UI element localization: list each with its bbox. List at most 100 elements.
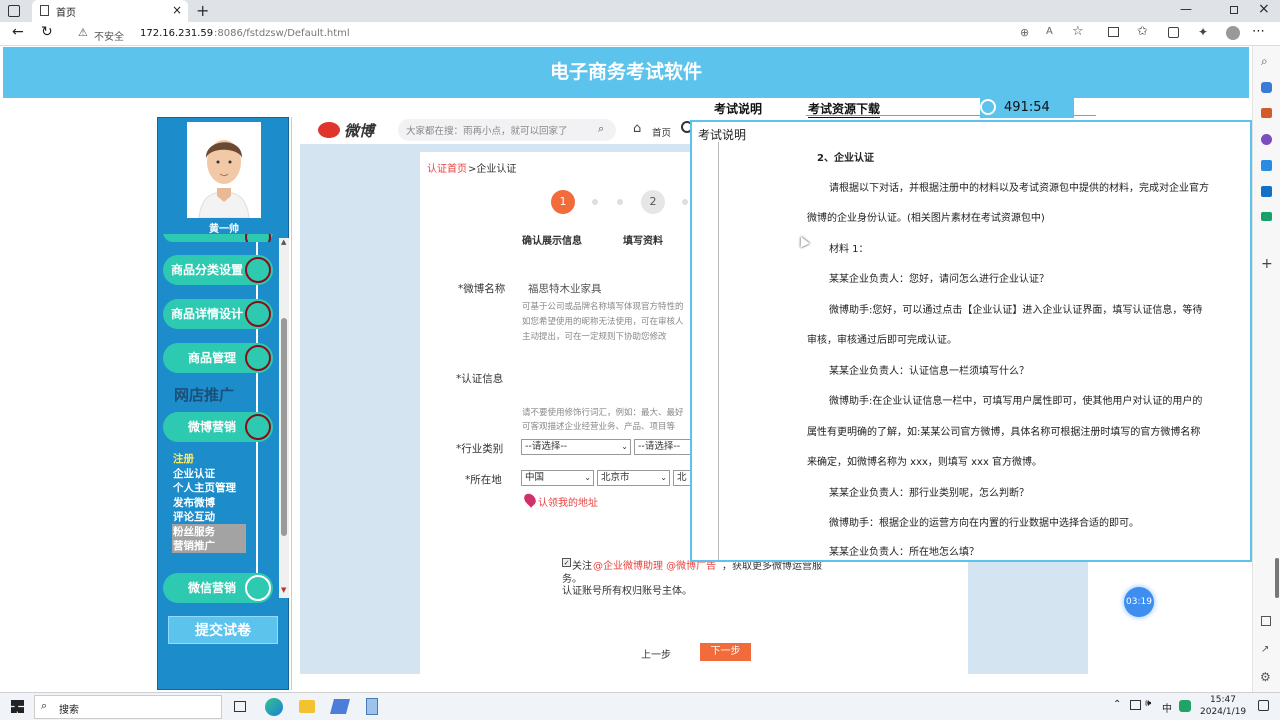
toolbox-icon[interactable] (1261, 108, 1272, 118)
weibo-search-box[interactable]: 大家都在搜：雨再小点，就可以回家了 ⌕ (398, 119, 616, 141)
settings-icon[interactable]: ⚙ (1260, 670, 1271, 684)
office-icon[interactable] (1261, 160, 1272, 171)
tray-chevron-icon[interactable]: ⌃ (1113, 699, 1121, 710)
country-select[interactable]: 中国 ⌄ (521, 470, 594, 486)
browser-tabbar: 首页 × + — × (0, 0, 1280, 22)
step-dot (617, 199, 623, 205)
notification-icon[interactable] (1258, 700, 1269, 711)
scroll-down-icon[interactable]: ▼ (281, 586, 286, 594)
section-heading: 网店推广 (174, 386, 235, 404)
status-ring-icon (245, 414, 271, 440)
edge-icon[interactable] (265, 698, 283, 716)
address-bar: ← ↻ ⚠ 不安全 172.16.231.59 :8086/fstdzsw/De… (0, 22, 1280, 46)
step-2-circle: 2 (641, 190, 665, 214)
chevron-down-icon: ⌄ (621, 442, 628, 451)
weibo-name-value[interactable]: 福思特木业家具 (528, 281, 602, 296)
clock-time[interactable]: 15:47 (1210, 695, 1236, 705)
home-link[interactable]: 首页 (652, 125, 671, 139)
sub-item-comment[interactable]: 评论互动 (173, 510, 215, 524)
file-explorer-icon[interactable] (299, 700, 315, 713)
sub-item-post-weibo[interactable]: 发布微博 (173, 496, 215, 510)
outlook-icon[interactable] (1261, 186, 1272, 197)
windows-start-icon[interactable] (11, 700, 24, 713)
instruction-para: 某某企业负责人：那行业类别呢，怎么判断？ (829, 488, 1029, 499)
select-value: 中国 (525, 472, 545, 483)
tag-icon[interactable] (1261, 82, 1272, 93)
clock-date[interactable]: 2024/1/19 (1200, 707, 1246, 717)
industry-select-2[interactable]: --请选择-- (634, 439, 692, 455)
next-step-button[interactable]: 下一步 (700, 643, 751, 661)
weibo-logo[interactable]: 微博 (318, 119, 388, 141)
prev-step-button[interactable]: 上一步 (641, 646, 671, 661)
search-icon[interactable]: ⌕ (1261, 54, 1268, 69)
task-view-icon[interactable] (234, 701, 246, 712)
extensions-icon[interactable]: ✦ (1198, 25, 1208, 39)
scroll-handle[interactable] (1275, 558, 1279, 598)
menu-exam-description[interactable]: 考试说明 (714, 100, 762, 117)
read-aloud-icon[interactable]: A (1046, 26, 1053, 37)
dialog-body: 2、企业认证 请根据以下对话，并根据注册中的材料以及考试资源包中提供的材料，完成… (718, 142, 1228, 560)
submit-exam-button[interactable]: 提交试卷 (168, 616, 278, 644)
refresh-icon[interactable]: ↻ (41, 24, 53, 40)
instruction-para: 某某企业负责人：您好，请问怎么进行企业认证？ (829, 274, 1049, 285)
open-external-icon[interactable]: ↗ (1261, 644, 1269, 655)
app-icon[interactable] (329, 699, 351, 714)
nav-item-wechat-marketing[interactable]: 微信营销 (163, 573, 273, 603)
new-tab-icon[interactable]: + (196, 1, 209, 20)
nav-item-detail-design[interactable]: 商品详情设计 (163, 299, 273, 329)
claim-address-link[interactable]: 认领我的地址 (538, 494, 598, 509)
sub-item-fan-service[interactable]: 粉丝服务 (173, 525, 215, 539)
instruction-heading: 2、企业认证 (817, 153, 874, 164)
restore-icon[interactable] (1230, 6, 1238, 14)
shopping-icon[interactable] (1261, 212, 1272, 221)
tab-close-icon[interactable]: × (172, 3, 182, 17)
url-field[interactable]: ⚠ 不安全 172.16.231.59 :8086/fstdzsw/Defaul… (74, 25, 1024, 43)
add-sidebar-icon[interactable]: + (1261, 256, 1273, 272)
profile-avatar[interactable] (1226, 26, 1240, 40)
instruction-para: 微博的企业身份认证。(相关图片素材在考试资源包中) (807, 213, 1045, 224)
auth-info-input[interactable] (521, 360, 691, 400)
floating-timer-bubble[interactable]: 03:19 (1124, 587, 1154, 617)
nav-item-product-manage[interactable]: 商品管理 (163, 343, 273, 373)
search-icon[interactable]: ⌕ (598, 122, 604, 136)
favorite-icon[interactable]: ☆ (1072, 24, 1084, 39)
user-name: 黄一帅 (209, 224, 239, 235)
nav-item-weibo-marketing[interactable]: 微博营销 (163, 412, 273, 442)
sub-item-enterprise-auth[interactable]: 企业认证 (173, 467, 215, 481)
taskbar-search[interactable]: ⌕ 搜索 (34, 695, 222, 719)
sub-item-register[interactable]: 注册 (173, 452, 194, 466)
breadcrumb-link[interactable]: 认证首页 (427, 160, 467, 175)
notepad-icon[interactable] (366, 698, 378, 715)
minimize-icon[interactable]: — (1180, 2, 1192, 16)
network-icon[interactable] (1130, 700, 1141, 710)
collections-icon[interactable] (1168, 27, 1179, 38)
favorites-icon[interactable]: ✩ (1137, 24, 1148, 39)
tray-app-icon[interactable] (1179, 700, 1191, 712)
sub-item-promotion[interactable]: 营销推广 (173, 539, 215, 553)
scroll-up-icon[interactable]: ▲ (281, 238, 286, 246)
close-window-icon[interactable]: × (1258, 1, 1270, 17)
submit-label: 提交试卷 (195, 623, 251, 639)
zoom-icon[interactable]: ⊕ (1020, 26, 1029, 39)
home-icon[interactable]: ⌂ (633, 121, 641, 136)
people-icon[interactable] (1261, 134, 1272, 145)
tab-title: 首页 (56, 8, 76, 19)
nav-item-category-settings[interactable]: 商品分类设置 (163, 255, 273, 285)
follow-checkbox[interactable]: ✓ (562, 558, 571, 567)
back-icon[interactable]: ← (12, 24, 24, 40)
screenshot-icon[interactable] (1261, 616, 1271, 626)
exam-instructions-dialog[interactable]: 考试说明 2、企业认证 请根据以下对话，并根据注册中的材料以及考试资源包中提供的… (690, 120, 1252, 562)
tab-actions-icon[interactable] (8, 5, 20, 17)
district-select[interactable]: 北 (673, 470, 691, 486)
volume-icon[interactable]: 🕪 (1145, 698, 1151, 709)
nav-scrollbar[interactable]: ▲ ▼ (279, 238, 289, 598)
split-screen-icon[interactable] (1108, 27, 1119, 37)
industry-select-1[interactable]: --请选择-- ⌄ (521, 439, 631, 455)
timer-value: 491:54 (1004, 100, 1050, 115)
sub-item-homepage-manage[interactable]: 个人主页管理 (173, 481, 236, 495)
ime-indicator[interactable]: 中 (1162, 700, 1172, 715)
more-icon[interactable]: ⋯ (1252, 24, 1265, 39)
browser-tab[interactable]: 首页 × (32, 0, 188, 22)
city-select[interactable]: 北京市 ⌄ (597, 470, 670, 486)
scroll-thumb[interactable] (281, 318, 287, 536)
